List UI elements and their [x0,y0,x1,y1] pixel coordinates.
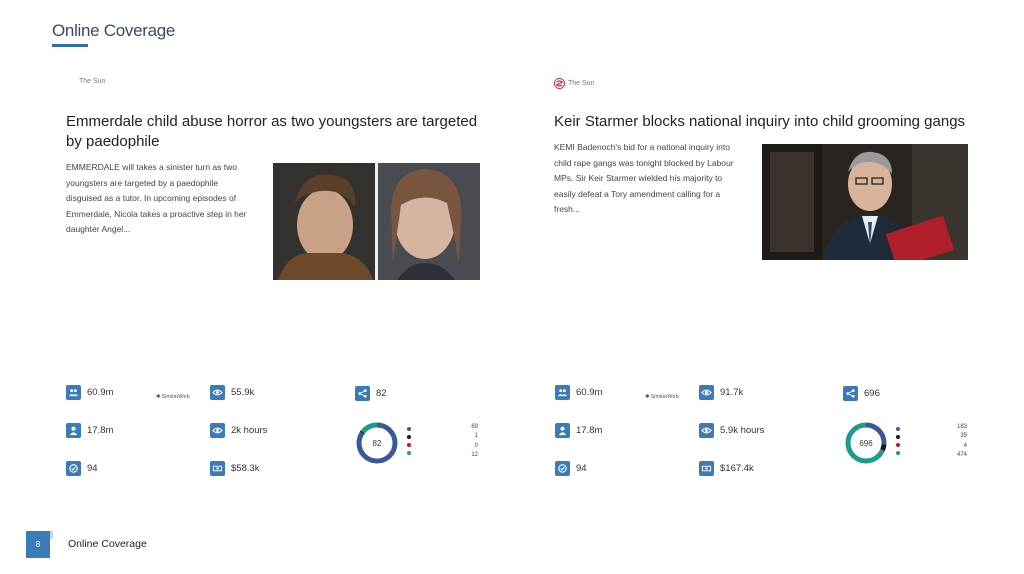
read-time-metric: 2k hours [210,423,267,438]
similarweb-label: ✱ SimilarWeb [645,394,679,400]
donut-value-4: 12 [471,451,478,458]
donut-value-4: 474 [956,451,967,458]
shares-value: 696 [864,388,880,399]
money-icon [210,461,225,476]
legend-dot [407,435,411,439]
article-photo-teens [273,163,480,280]
source-name: The Sun [568,80,595,87]
user-icon [555,423,570,438]
legend-dot [407,451,411,455]
similarweb-icon: ✱ [645,394,650,400]
article-photo-starmer [762,144,968,260]
ave-metric: $58.3k [210,461,260,476]
the-sun-logo-icon [554,78,565,89]
donut-value-1: 69 [471,424,478,430]
views-value: 91.7k [720,387,744,398]
ave-metric: $167.4k [699,461,754,476]
donut-total: 696 [859,438,873,448]
donut-value-2: 1 [474,433,478,440]
money-icon [699,461,714,476]
legend-dot [896,427,900,431]
similarweb-icon: ✱ [156,394,161,400]
eye-icon [699,423,714,438]
donut-total: 82 [372,438,382,448]
source-label: The Sun [554,78,594,89]
shares-metric: 696 [843,386,880,401]
read-time-metric: 5.9k hours [699,423,764,438]
donut-legend [896,427,900,455]
donut-value-3: 4 [963,442,967,449]
article-image [762,144,968,260]
audience-icon [66,385,81,400]
eye-icon [699,385,714,400]
read-time-value: 2k hours [231,425,268,436]
shares-value: 82 [376,388,387,399]
legend-dot [896,451,900,455]
ave-value: $167.4k [720,463,754,474]
ave-value: $58.3k [231,463,260,474]
donut-legend [407,427,411,455]
donut-value-3: 0 [474,442,478,449]
metrics-panel-2: 60.9m ✱ SimilarWeb 91.7k 696 17.8m 5.9k … [555,383,995,483]
metrics-panel-1: 60.9m ✱ SimilarWeb 55.9k 82 17.8m 2k hou… [66,383,506,483]
footer-label: Online Coverage [68,538,147,550]
donut-values: 69 1 0 12 [418,423,478,460]
page-number: 8 [26,531,53,558]
article-image [273,163,480,280]
source-label: The Sun [79,78,105,85]
article-summary: KEMI Badenoch's bid for a national inqui… [554,142,734,214]
user-icon [66,423,81,438]
legend-dot [407,427,411,431]
views-metric: 91.7k [699,385,743,400]
gauge-icon [66,461,81,476]
views-metric: 55.9k [210,385,254,400]
score-metric: 94 [66,461,98,476]
users-metric: 17.8m [555,423,602,438]
audience-metric: 60.9m [66,385,113,400]
article-summary: EMMERDALE will takes a sinister turn as … [66,162,247,234]
audience-value: 60.9m [87,387,114,398]
donut-values: 183 35 4 474 [907,423,967,460]
similarweb-label: ✱ SimilarWeb [156,394,190,400]
page-title: Online Coverage [52,21,176,40]
article-headline[interactable]: Keir Starmer blocks national inquiry int… [554,112,974,132]
share-icon [355,386,370,401]
donut-value-2: 35 [960,433,967,440]
legend-dot [896,435,900,439]
users-value: 17.8m [576,425,603,436]
share-icon [843,386,858,401]
title-underline [52,44,88,47]
score-value: 94 [576,463,587,474]
article-headline[interactable]: Emmerdale child abuse horror as two youn… [66,112,486,152]
users-metric: 17.8m [66,423,113,438]
score-metric: 94 [555,461,587,476]
users-value: 17.8m [87,425,114,436]
audience-icon [555,385,570,400]
shares-metric: 82 [355,386,387,401]
audience-value: 60.9m [576,387,603,398]
eye-icon [210,423,225,438]
legend-dot [896,443,900,447]
score-value: 94 [87,463,98,474]
views-value: 55.9k [231,387,255,398]
donut-value-1: 183 [956,424,967,430]
audience-metric: 60.9m [555,385,602,400]
gauge-icon [555,461,570,476]
legend-dot [407,443,411,447]
eye-icon [210,385,225,400]
source-name: The Sun [79,78,106,85]
read-time-value: 5.9k hours [720,425,765,436]
